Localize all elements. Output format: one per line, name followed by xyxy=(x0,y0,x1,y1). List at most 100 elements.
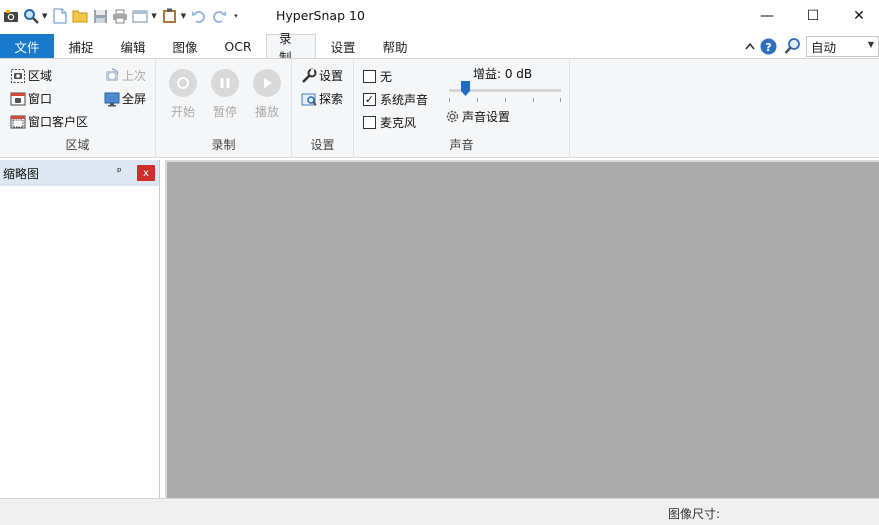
sound-settings-button[interactable]: 声音设置 xyxy=(444,108,510,125)
tab-capture[interactable]: 捕捉 xyxy=(56,34,106,58)
record-settings-label: 设置 xyxy=(319,69,344,83)
tab-ocr[interactable]: OCR xyxy=(212,34,264,58)
redo-icon[interactable] xyxy=(210,7,228,25)
play-record-label: 播放 xyxy=(254,105,279,119)
pause-icon xyxy=(211,69,239,97)
start-record-button[interactable]: 开始 xyxy=(165,69,201,120)
gear-icon xyxy=(444,109,460,125)
gain-label: 增益: 0 dB xyxy=(473,67,533,81)
image-canvas[interactable] xyxy=(165,160,879,498)
window-capture-icon xyxy=(10,91,26,107)
thumbnail-panel-header: 缩略图 ᵖ x xyxy=(0,160,159,186)
zoom-select-value: 自动 xyxy=(811,40,837,55)
tab-settings[interactable]: 设置 xyxy=(318,34,368,58)
undo-icon[interactable] xyxy=(190,7,208,25)
zoom-select[interactable]: 自动 ▼ xyxy=(806,36,879,57)
pause-record-label: 暂停 xyxy=(212,105,237,119)
new-doc-icon[interactable] xyxy=(51,7,69,25)
play-record-button[interactable]: 播放 xyxy=(249,69,285,120)
explore-label: 探索 xyxy=(319,92,344,106)
zoom-icon[interactable] xyxy=(784,34,802,58)
svg-text:?: ? xyxy=(765,41,771,54)
gain-slider-tick xyxy=(449,98,450,102)
region-label: 区域 xyxy=(28,69,53,83)
gain-slider-tick xyxy=(560,98,561,102)
minimize-button[interactable]: — xyxy=(744,0,790,32)
window-icon[interactable] xyxy=(131,7,149,25)
sound-system-checkbox[interactable]: ✓ xyxy=(363,93,376,106)
last-region-icon xyxy=(104,67,120,84)
region-icon xyxy=(10,68,26,84)
sound-system-label: 系统声音 xyxy=(380,93,429,107)
gain-slider-thumb[interactable] xyxy=(461,81,471,96)
clipboard-icon[interactable] xyxy=(161,7,179,25)
print-icon[interactable] xyxy=(111,7,129,25)
tab-image[interactable]: 图像 xyxy=(160,34,210,58)
full-screen-button[interactable]: 全屏 xyxy=(104,90,146,107)
ribbon-collapse-icon[interactable] xyxy=(745,34,755,58)
camera-icon[interactable] xyxy=(2,7,20,25)
full-screen-icon xyxy=(104,91,120,107)
client-area-label: 窗口客户区 xyxy=(28,115,89,129)
gain-slider-tick xyxy=(505,98,506,102)
chevron-down-icon: ▼ xyxy=(867,40,874,49)
help-icon[interactable]: ? xyxy=(760,34,777,58)
start-record-label: 开始 xyxy=(170,105,195,119)
group-settings-label: 设置 xyxy=(310,138,335,152)
window-capture-label: 窗口 xyxy=(28,92,53,106)
pin-icon[interactable]: ᵖ xyxy=(117,165,122,178)
thumbnail-panel: 缩略图 ᵖ x xyxy=(0,160,160,498)
full-screen-label: 全屏 xyxy=(122,92,147,106)
save-icon[interactable] xyxy=(91,7,109,25)
customize-arrow-icon[interactable]: ▾ xyxy=(234,12,238,20)
tab-file[interactable]: 文件 xyxy=(0,34,54,58)
sound-settings-label: 声音设置 xyxy=(462,110,511,124)
group-sound-label: 声音 xyxy=(449,138,474,152)
dropdown-arrow-icon[interactable]: ▼ xyxy=(181,12,186,20)
window-capture-button[interactable]: 窗口 xyxy=(10,90,52,107)
group-region-label: 区域 xyxy=(65,138,90,152)
status-bar: 图像尺寸: xyxy=(0,498,879,525)
close-button[interactable]: ✕ xyxy=(836,0,879,32)
group-settings: 设置 探索 设置 xyxy=(292,59,354,158)
zoom-icon[interactable] xyxy=(22,7,40,25)
sound-mic-checkbox[interactable] xyxy=(363,116,376,129)
tab-record[interactable]: 录制 xyxy=(266,31,316,65)
maximize-button[interactable]: ☐ xyxy=(790,0,836,32)
group-region: 区域 窗口 窗口客户区 上次 全屏 区域 xyxy=(0,59,156,158)
group-record: 开始 暂停 播放 录制 xyxy=(156,59,292,158)
last-region-button[interactable]: 上次 xyxy=(104,67,146,84)
record-icon xyxy=(169,69,197,97)
group-record-label: 录制 xyxy=(211,138,236,152)
explore-icon xyxy=(301,91,317,107)
dropdown-arrow-icon[interactable]: ▼ xyxy=(151,12,156,20)
app-title: HyperSnap 10 xyxy=(276,8,365,23)
gain-slider-tick xyxy=(477,98,478,102)
record-settings-button[interactable]: 设置 xyxy=(301,67,343,84)
tab-edit[interactable]: 编辑 xyxy=(108,34,158,58)
gain-slider-tick xyxy=(533,98,534,102)
sound-none-label: 无 xyxy=(380,70,393,84)
image-size-label: 图像尺寸: xyxy=(668,507,721,521)
quick-access-toolbar: ▼ ▼ ▼ ▾ xyxy=(0,0,242,32)
dropdown-arrow-icon[interactable]: ▼ xyxy=(42,12,47,20)
sound-mic-option[interactable]: 麦克风 xyxy=(363,114,416,131)
group-sound: 无 ✓ 系统声音 麦克风 增益: 0 dB 声音设置 声音 xyxy=(354,59,570,158)
sound-none-checkbox[interactable] xyxy=(363,70,376,83)
explore-button[interactable]: 探索 xyxy=(301,90,343,107)
pause-record-button[interactable]: 暂停 xyxy=(207,69,243,120)
thumbnail-panel-title: 缩略图 xyxy=(3,166,40,181)
ribbon: 区域 窗口 窗口客户区 上次 全屏 区域 开始 暂停 播放 录制 设置 探索 设… xyxy=(0,58,879,158)
last-region-label: 上次 xyxy=(122,69,147,83)
tab-help[interactable]: 帮助 xyxy=(370,34,420,58)
sound-system-option[interactable]: ✓ 系统声音 xyxy=(363,91,428,108)
panel-close-button[interactable]: x xyxy=(137,165,155,181)
play-icon xyxy=(253,69,281,97)
ribbon-tab-bar: 文件 捕捉 编辑 图像 OCR 录制 设置 帮助 ? 自动 ▼ xyxy=(0,31,879,65)
open-folder-icon[interactable] xyxy=(71,7,89,25)
client-area-icon xyxy=(10,114,26,130)
client-area-button[interactable]: 窗口客户区 xyxy=(10,113,88,130)
sound-none-option[interactable]: 无 xyxy=(363,68,392,85)
sound-mic-label: 麦克风 xyxy=(380,116,417,130)
region-button[interactable]: 区域 xyxy=(10,67,52,84)
